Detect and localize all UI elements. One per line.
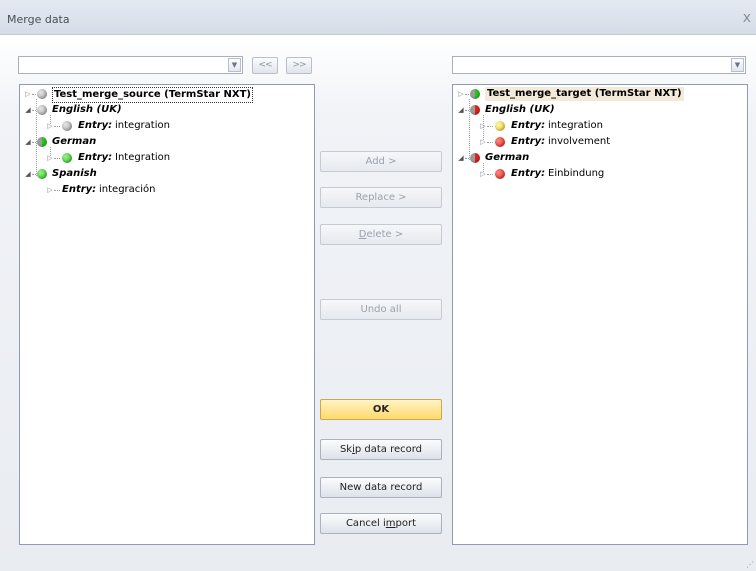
collapse-arrow-icon[interactable]: ◢ [24, 167, 32, 181]
collapse-arrow-icon[interactable]: ◢ [457, 103, 465, 117]
entry-key-label: Entry: [78, 152, 113, 163]
delete-button[interactable]: Delete > [320, 224, 442, 245]
entry-value-label: Integration [115, 152, 171, 163]
window-title: Merge data [7, 13, 70, 26]
status-gray-icon [62, 121, 72, 131]
skip-label-a: Sk [339, 444, 353, 455]
status-red-icon [495, 137, 505, 147]
expand-arrow-icon[interactable]: ▷ [46, 151, 54, 165]
source-root-label: Test_merge_source (TermStar NXT) [52, 87, 253, 103]
entry-key-label: Entry: [511, 168, 546, 179]
source-english-label: English (UK) [52, 104, 122, 115]
status-yellow-icon [495, 121, 505, 131]
status-gray-icon [37, 105, 47, 115]
expand-arrow-icon[interactable]: ▷ [479, 135, 487, 149]
resize-grip-icon[interactable]: ⋰ [746, 560, 754, 569]
collapse-arrow-icon[interactable]: ◢ [24, 135, 32, 149]
status-red-icon [495, 169, 505, 179]
cancel-import-button[interactable]: Cancel import [320, 513, 442, 534]
expand-arrow-icon[interactable]: ▷ [457, 87, 465, 101]
expand-arrow-icon[interactable]: ▷ [24, 87, 32, 101]
cancel-mnemonic: m [385, 518, 396, 529]
ok-button[interactable]: OK [320, 399, 442, 420]
undo-all-button[interactable]: Undo all [320, 299, 442, 320]
expand-arrow-icon[interactable]: ▷ [46, 119, 54, 133]
entry-value-label: integration [548, 120, 603, 131]
source-spanish-label: Spanish [52, 168, 97, 179]
close-icon[interactable]: x [743, 10, 751, 26]
title-bar: Merge data x [0, 0, 756, 35]
chevron-down-icon[interactable]: ▼ [228, 58, 241, 72]
source-german-label: German [52, 136, 97, 147]
target-tree[interactable]: ▷ Test_merge_target (TermStar NXT) ◢ Eng… [452, 84, 748, 545]
skip-label-b: p data record [354, 444, 423, 455]
cancel-label-b: port [395, 518, 417, 529]
status-partial-green-icon [470, 89, 480, 99]
skip-data-record-button[interactable]: Skip data record [320, 439, 442, 460]
status-partial-red-icon [470, 153, 480, 163]
status-gray-icon [37, 89, 47, 99]
cancel-label-a: Cancel i [345, 518, 386, 529]
status-partial-red-icon [470, 105, 480, 115]
source-tree[interactable]: ▷ Test_merge_source (TermStar NXT) ◢ Eng… [19, 84, 315, 545]
replace-button[interactable]: Replace > [320, 187, 442, 208]
collapse-arrow-icon[interactable]: ◢ [457, 151, 465, 165]
entry-value-label: integration [115, 120, 170, 131]
entry-value-label: involvement [548, 136, 611, 147]
expand-arrow-icon[interactable]: ▷ [46, 183, 54, 197]
target-german-label: German [485, 152, 530, 163]
chevron-down-icon[interactable]: ▼ [731, 58, 744, 72]
entry-value-label: Einbindung [548, 168, 605, 179]
previous-record-button[interactable]: << [252, 57, 278, 74]
entry-key-label: Entry: [511, 136, 546, 147]
entry-key-label: Entry: [62, 184, 97, 195]
expand-arrow-icon[interactable]: ▷ [479, 167, 487, 181]
status-green-icon [37, 169, 47, 179]
target-root-label: Test_merge_target (TermStar NXT) [485, 87, 684, 101]
add-button[interactable]: Add > [320, 151, 442, 172]
entry-value-label: integración [99, 184, 156, 195]
status-green-icon [62, 153, 72, 163]
source-database-combo[interactable]: ▼ [18, 56, 243, 74]
target-english-label: English (UK) [485, 104, 555, 115]
entry-key-label: Entry: [78, 120, 113, 131]
delete-label: elete > [366, 229, 404, 240]
expand-arrow-icon[interactable]: ▷ [479, 119, 487, 133]
status-partial-green-icon [37, 137, 47, 147]
next-record-button[interactable]: >> [286, 57, 312, 74]
new-data-record-button[interactable]: New data record [320, 477, 442, 498]
collapse-arrow-icon[interactable]: ◢ [24, 103, 32, 117]
entry-key-label: Entry: [511, 120, 546, 131]
target-database-combo[interactable]: ▼ [452, 56, 746, 74]
